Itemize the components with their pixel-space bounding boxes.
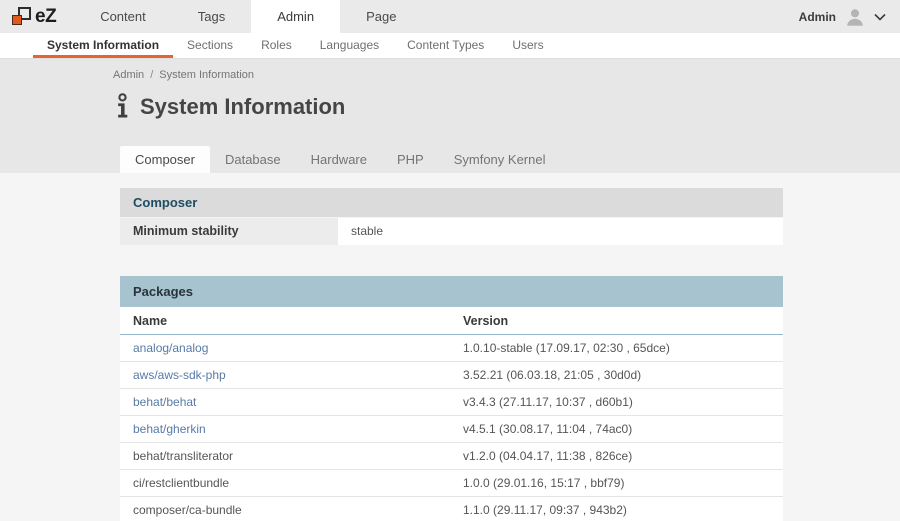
- page-title: System Information: [0, 81, 900, 120]
- top-nav-item-admin[interactable]: Admin: [251, 0, 340, 33]
- package-version: v1.2.0 (04.04.17, 11:38 , 826ce): [450, 443, 783, 469]
- top-nav-item-tags[interactable]: Tags: [172, 0, 251, 33]
- table-row-ci-restclientbundle: ci/restclientbundle1.0.0 (29.01.16, 15:1…: [120, 470, 783, 497]
- table-row-analog-analog: analog/analog1.0.10-stable (17.09.17, 02…: [120, 335, 783, 362]
- top-nav-item-page[interactable]: Page: [340, 0, 422, 33]
- breadcrumb-item-system-information[interactable]: System Information: [159, 69, 254, 81]
- breadcrumb: Admin / System Information: [0, 59, 900, 81]
- breadcrumb-item-admin[interactable]: Admin: [113, 69, 144, 81]
- package-name[interactable]: behat/behat: [120, 389, 450, 415]
- subnav-item-languages[interactable]: Languages: [306, 33, 393, 58]
- package-name[interactable]: aws/aws-sdk-php: [120, 362, 450, 388]
- package-name: ci/restclientbundle: [120, 470, 450, 496]
- sub-nav: System InformationSectionsRolesLanguages…: [0, 33, 900, 59]
- subnav-item-content-types[interactable]: Content Types: [393, 33, 498, 58]
- packages-table-header: Name Version: [120, 307, 783, 335]
- package-name: behat/transliterator: [120, 443, 450, 469]
- subnav-item-system-information[interactable]: System Information: [33, 33, 173, 58]
- column-header-version: Version: [450, 307, 783, 334]
- page-header: Admin / System Information System Informat…: [0, 59, 900, 173]
- column-header-name: Name: [120, 307, 450, 334]
- subnav-item-users[interactable]: Users: [498, 33, 557, 58]
- table-row-behat-behat: behat/behatv3.4.3 (27.11.17, 10:37 , d60…: [120, 389, 783, 416]
- ez-logo-icon: [12, 7, 31, 26]
- package-version: v4.5.1 (30.08.17, 11:04 , 74ac0): [450, 416, 783, 442]
- packages-section: Packages Name Version analog/analog1.0.1…: [120, 276, 783, 521]
- table-row-aws-aws-sdk-php: aws/aws-sdk-php3.52.21 (06.03.18, 21:05 …: [120, 362, 783, 389]
- user-name: Admin: [799, 10, 836, 24]
- table-row-composer-ca-bundle: composer/ca-bundle1.1.0 (29.11.17, 09:37…: [120, 497, 783, 521]
- composer-row: Minimum stability stable: [120, 218, 783, 245]
- app-window: eZ ContentTagsAdminPage Admin System Inf…: [0, 0, 900, 521]
- composer-section: Composer Minimum stability stable: [120, 188, 783, 245]
- subnav-item-sections[interactable]: Sections: [173, 33, 247, 58]
- breadcrumb-separator: /: [150, 69, 153, 81]
- package-version: v3.4.3 (27.11.17, 10:37 , d60b1): [450, 389, 783, 415]
- composer-row-value: stable: [338, 218, 783, 245]
- ez-logo[interactable]: eZ: [0, 0, 74, 33]
- top-bar: eZ ContentTagsAdminPage Admin: [0, 0, 900, 33]
- composer-row-label: Minimum stability: [120, 218, 338, 245]
- package-name[interactable]: behat/gherkin: [120, 416, 450, 442]
- chevron-down-icon: [874, 13, 886, 21]
- packages-section-header: Packages: [120, 276, 783, 307]
- top-nav-item-content[interactable]: Content: [74, 0, 172, 33]
- package-name[interactable]: analog/analog: [120, 335, 450, 361]
- subnav-item-roles[interactable]: Roles: [247, 33, 306, 58]
- top-nav: ContentTagsAdminPage: [74, 0, 422, 33]
- tab-php[interactable]: PHP: [382, 146, 439, 173]
- page-title-text: System Information: [140, 94, 345, 120]
- user-menu[interactable]: Admin: [799, 0, 900, 33]
- main-content: Composer Minimum stability stable Packag…: [0, 173, 900, 521]
- package-version: 1.0.10-stable (17.09.17, 02:30 , 65dce): [450, 335, 783, 361]
- packages-table-body: analog/analog1.0.10-stable (17.09.17, 02…: [120, 335, 783, 521]
- info-icon: [115, 93, 130, 120]
- tab-composer[interactable]: Composer: [120, 146, 210, 173]
- package-version: 1.1.0 (29.11.17, 09:37 , 943b2): [450, 497, 783, 521]
- tab-symfony-kernel[interactable]: Symfony Kernel: [439, 146, 561, 173]
- composer-section-header: Composer: [120, 188, 783, 217]
- logo-square-orange: [12, 15, 22, 25]
- tab-bar: ComposerDatabaseHardwarePHPSymfony Kerne…: [120, 146, 560, 173]
- tab-database[interactable]: Database: [210, 146, 296, 173]
- package-version: 1.0.0 (29.01.16, 15:17 , bbf79): [450, 470, 783, 496]
- table-row-behat-transliterator: behat/transliteratorv1.2.0 (04.04.17, 11…: [120, 443, 783, 470]
- package-name: composer/ca-bundle: [120, 497, 450, 521]
- logo-text: eZ: [35, 6, 56, 28]
- package-version: 3.52.21 (06.03.18, 21:05 , 30d0d): [450, 362, 783, 388]
- table-row-behat-gherkin: behat/gherkinv4.5.1 (30.08.17, 11:04 , 7…: [120, 416, 783, 443]
- avatar-icon: [844, 6, 866, 28]
- tab-hardware[interactable]: Hardware: [296, 146, 382, 173]
